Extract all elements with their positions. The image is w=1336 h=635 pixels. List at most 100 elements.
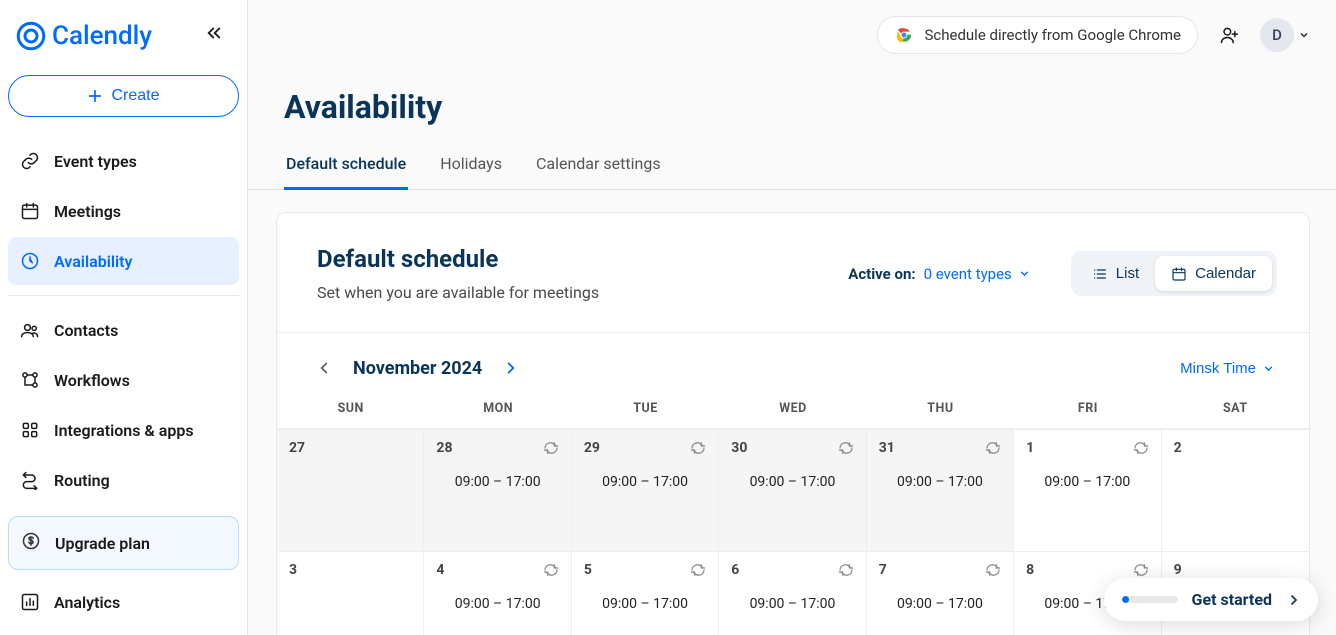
caret-down-icon [1298, 29, 1310, 41]
invite-user-button[interactable] [1212, 18, 1246, 52]
sidebar-item-contacts[interactable]: Contacts [8, 306, 239, 354]
collapse-sidebar-button[interactable] [201, 20, 227, 51]
avatar: D [1260, 18, 1294, 52]
create-button[interactable]: Create [8, 75, 239, 117]
day-number: 5 [584, 562, 706, 578]
view-toggle: List Calendar [1071, 251, 1277, 296]
link-icon [20, 151, 40, 171]
chrome-extension-promo[interactable]: Schedule directly from Google Chrome [877, 16, 1198, 54]
calendar-cell[interactable]: 4 09:00 – 17:00 [424, 551, 571, 635]
upgrade-label: Upgrade plan [55, 534, 150, 553]
time-slot: 09:00 – 17:00 [879, 596, 1001, 612]
dow-header: WED [719, 397, 866, 428]
schedule-subtitle: Set when you are available for meetings [317, 283, 828, 302]
tab-holidays[interactable]: Holidays [438, 144, 504, 190]
next-month-button[interactable] [498, 355, 524, 381]
onboarding-progress-fill [1122, 596, 1130, 603]
calendar-cell[interactable]: 3109:00 – 17:00 [867, 429, 1014, 551]
calendar-cell[interactable]: 2909:00 – 17:00 [572, 429, 719, 551]
list-icon [1092, 266, 1108, 282]
prev-month-button[interactable] [311, 355, 337, 381]
day-number: 8 [1026, 562, 1148, 578]
repeat-icon [543, 440, 559, 460]
active-on-label: Active on: [848, 265, 915, 283]
repeat-icon [838, 440, 854, 460]
calendar-cell[interactable]: 27 [277, 429, 424, 551]
calendar-icon [20, 201, 40, 221]
tab-default-schedule[interactable]: Default schedule [284, 144, 408, 190]
day-number: 29 [584, 440, 706, 456]
sidebar-item-label: Availability [54, 252, 132, 271]
chrome-icon [894, 25, 914, 45]
logo[interactable]: Calendly [16, 21, 152, 51]
repeat-icon [985, 562, 1001, 582]
tab-calendar-settings[interactable]: Calendar settings [534, 144, 663, 190]
sidebar-item-label: Workflows [54, 371, 130, 390]
repeat-icon [1133, 440, 1149, 460]
list-label: List [1116, 265, 1139, 282]
time-slot: 09:00 – 17:00 [1026, 474, 1148, 490]
day-number: 4 [436, 562, 558, 578]
calendar-label: Calendar [1195, 265, 1256, 282]
timezone-label: Minsk Time [1180, 360, 1256, 377]
calendar-nav: November 2024 Minsk Time [277, 333, 1309, 397]
sidebar-item-analytics[interactable]: Analytics [8, 578, 239, 626]
repeat-icon [985, 440, 1001, 460]
calendar-cell[interactable]: 28 09:00 – 17:00 [424, 429, 571, 551]
sidebar-item-label: Routing [54, 471, 110, 490]
active-on-link[interactable]: 0 event types [924, 265, 1031, 283]
calendar-cell[interactable]: 2 [1162, 429, 1309, 551]
day-number: 27 [289, 440, 411, 456]
day-number: 1 [1026, 440, 1148, 456]
account-menu[interactable]: D [1260, 18, 1310, 52]
dow-header: SUN [277, 397, 424, 428]
calendar-icon [1171, 266, 1187, 282]
schedule-card: Default schedule Set when you are availa… [276, 212, 1310, 635]
dollar-icon [21, 531, 41, 555]
day-number: 9 [1174, 562, 1297, 578]
sidebar-item-event-types[interactable]: Event types [8, 137, 239, 185]
chevron-right-icon [1286, 592, 1302, 608]
sidebar-header: Calendly [0, 0, 247, 61]
nav-divider [8, 295, 239, 296]
chevron-right-icon [502, 359, 520, 377]
calendar-cell[interactable]: 509:00 – 17:00 [572, 551, 719, 635]
tabs: Default schedule Holidays Calendar setting… [248, 144, 1336, 190]
calendar-view-button[interactable]: Calendar [1155, 256, 1272, 291]
active-on-link-text: 0 event types [924, 265, 1012, 283]
day-number: 3 [289, 562, 411, 578]
get-started-button[interactable]: Get started [1104, 578, 1318, 621]
grid-icon [20, 420, 40, 440]
time-slot: 09:00 – 17:00 [436, 596, 558, 612]
sidebar-item-workflows[interactable]: Workflows [8, 356, 239, 404]
get-started-label: Get started [1192, 590, 1272, 609]
sidebar-item-integrations-apps[interactable]: Integrations & apps [8, 406, 239, 454]
calendar-cell[interactable]: 3 [277, 551, 424, 635]
dow-header: FRI [1014, 397, 1161, 428]
calendar-cell[interactable]: 1 09:00 – 17:00 [1014, 429, 1161, 551]
sidebar-item-routing[interactable]: Routing [8, 456, 239, 504]
time-slot: 09:00 – 17:00 [436, 474, 558, 490]
sidebar-item-availability[interactable]: Availability [8, 237, 239, 285]
calendar-cell[interactable]: 609:00 – 17:00 [719, 551, 866, 635]
time-slot: 09:00 – 17:00 [879, 474, 1001, 490]
avatar-initial: D [1272, 26, 1282, 44]
analytics-icon [20, 592, 40, 612]
calendar-cell[interactable]: 3009:00 – 17:00 [719, 429, 866, 551]
day-number: 6 [731, 562, 853, 578]
active-on: Active on: 0 event types [848, 265, 1031, 283]
upgrade-plan-button[interactable]: Upgrade plan [8, 516, 239, 570]
sidebar-item-label: Meetings [54, 202, 121, 221]
clock-icon [20, 251, 40, 271]
list-view-button[interactable]: List [1076, 256, 1155, 291]
timezone-button[interactable]: Minsk Time [1180, 360, 1275, 377]
chevron-left-icon [315, 359, 333, 377]
calendar-cell[interactable]: 709:00 – 17:00 [867, 551, 1014, 635]
day-number: 28 [436, 440, 558, 456]
topbar: Schedule directly from Google Chrome D [248, 0, 1336, 54]
repeat-icon [543, 562, 559, 582]
dow-header: SAT [1162, 397, 1309, 428]
sidebar-item-meetings[interactable]: Meetings [8, 187, 239, 235]
plus-icon [87, 88, 103, 104]
month-label: November 2024 [353, 358, 482, 379]
